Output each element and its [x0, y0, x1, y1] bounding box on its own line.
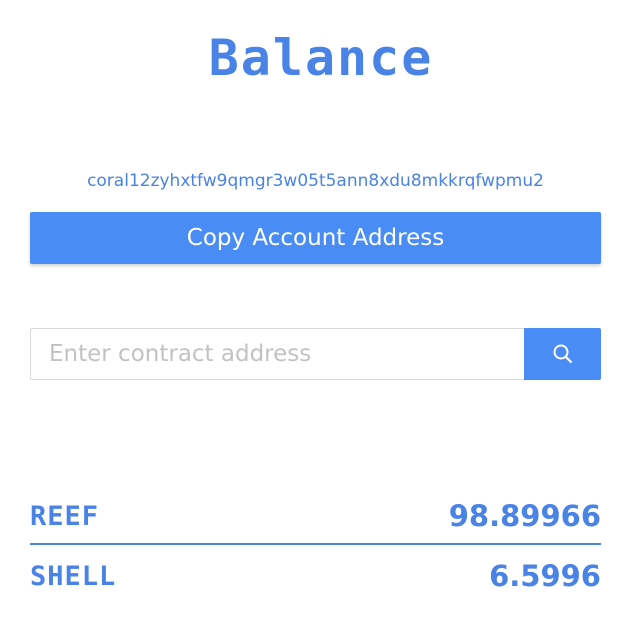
- contract-address-input[interactable]: [30, 328, 524, 380]
- token-amount: 98.89966: [448, 499, 601, 533]
- balance-row-shell: SHELL 6.5996: [30, 556, 601, 596]
- token-name: SHELL: [30, 560, 117, 592]
- divider: [30, 543, 601, 545]
- page-title: Balance: [208, 29, 434, 87]
- contract-search: [30, 328, 601, 380]
- account-address: coral12zyhxtfw9qmgr3w05t5ann8xdu8mkkrqfw…: [87, 171, 544, 191]
- search-icon: [553, 344, 572, 364]
- balance-row-reef: REEF 98.89966: [30, 496, 601, 536]
- copy-account-address-button[interactable]: Copy Account Address: [30, 212, 601, 264]
- search-button[interactable]: [524, 328, 601, 380]
- token-amount: 6.5996: [489, 559, 601, 593]
- balance-page: Balance coral12zyhxtfw9qmgr3w05t5ann8xdu…: [0, 0, 642, 624]
- token-name: REEF: [30, 500, 100, 532]
